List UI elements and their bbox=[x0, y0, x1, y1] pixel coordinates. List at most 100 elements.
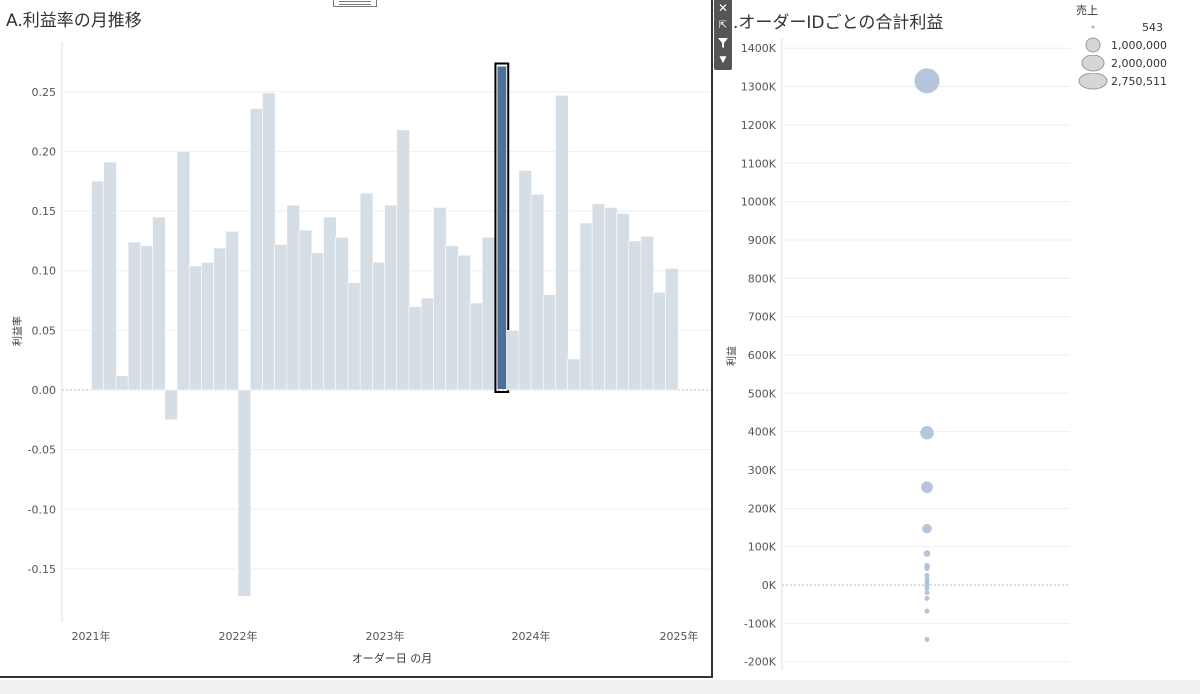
legend-bubble-icon bbox=[1091, 25, 1095, 29]
y-tick-label: 0.20 bbox=[32, 145, 57, 158]
y-tick-label: 500K bbox=[748, 387, 777, 400]
scatter-point[interactable] bbox=[921, 481, 933, 494]
bar[interactable] bbox=[115, 375, 130, 391]
size-legend: 売上 543 1,000,000 2,000,000 2,750,511 bbox=[1076, 2, 1196, 92]
legend-item[interactable]: 543 bbox=[1076, 19, 1196, 37]
legend-item[interactable]: 2,750,511 bbox=[1076, 73, 1196, 91]
sheet-a-panel[interactable]: A.利益率の月推移 0.25 0.20 0.15 0.10 0.05 0.00 -0.05-… bbox=[0, 0, 713, 678]
bar[interactable] bbox=[481, 236, 496, 391]
bar[interactable] bbox=[91, 180, 105, 391]
bar[interactable] bbox=[665, 268, 679, 391]
bar[interactable] bbox=[201, 262, 215, 391]
y-tick-label: 0.15 bbox=[32, 205, 57, 218]
y-tick-label: -200K bbox=[744, 656, 777, 669]
bar[interactable] bbox=[506, 330, 520, 391]
bar[interactable] bbox=[103, 161, 117, 391]
bar[interactable] bbox=[213, 247, 227, 391]
y-tick-label: 800K bbox=[748, 272, 777, 285]
bar[interactable] bbox=[640, 235, 655, 391]
legend-label: 1,000,000 bbox=[1111, 39, 1167, 52]
scatter-point[interactable] bbox=[923, 550, 931, 557]
bar[interactable] bbox=[530, 194, 545, 391]
y-axis-label: 利益 bbox=[725, 346, 738, 366]
y-tick-label: 1400K bbox=[741, 42, 777, 55]
scatter-point[interactable] bbox=[924, 608, 930, 614]
scatter-point[interactable] bbox=[924, 636, 930, 642]
y-tick-label: 1300K bbox=[741, 81, 777, 94]
scatter-point[interactable] bbox=[924, 585, 930, 591]
legend-bubble-icon bbox=[1081, 55, 1105, 72]
y-tick-label: 600K bbox=[748, 349, 777, 362]
bar[interactable] bbox=[384, 204, 398, 391]
order-profit-scatter-chart[interactable]: 1400K 1300K 1200K 1100K 1000K 900K 800K 700K 600… bbox=[716, 0, 1076, 694]
bar[interactable] bbox=[457, 254, 471, 391]
bar[interactable] bbox=[188, 265, 203, 391]
y-tick-label: 0.05 bbox=[32, 324, 57, 337]
bar[interactable] bbox=[127, 241, 142, 391]
bar[interactable] bbox=[359, 192, 374, 391]
x-tick-label: 2022年 bbox=[219, 629, 258, 643]
y-tick-label: 200K bbox=[748, 502, 777, 515]
bar[interactable] bbox=[140, 245, 154, 391]
bar[interactable] bbox=[286, 204, 300, 391]
bar[interactable] bbox=[323, 216, 337, 391]
bar[interactable] bbox=[164, 389, 178, 421]
y-tick-label: -100K bbox=[744, 617, 777, 630]
bar[interactable] bbox=[274, 244, 288, 391]
legend-item[interactable]: 2,000,000 bbox=[1076, 55, 1196, 73]
bar[interactable] bbox=[567, 358, 581, 391]
y-tick-label: 0.25 bbox=[32, 86, 57, 99]
bar[interactable] bbox=[628, 240, 642, 391]
bar[interactable] bbox=[579, 222, 594, 391]
monthly-profit-rate-bar-chart[interactable]: 0.25 0.20 0.15 0.10 0.05 0.00 -0.05 -0.10 -0.15 利… bbox=[0, 0, 711, 676]
bar[interactable] bbox=[591, 203, 606, 391]
bar[interactable] bbox=[237, 389, 252, 597]
bar[interactable] bbox=[225, 231, 239, 391]
bar[interactable] bbox=[408, 306, 423, 391]
x-axis-label: オーダー日 の月 bbox=[352, 651, 433, 665]
bar[interactable] bbox=[249, 108, 264, 391]
y-tick-label: 0K bbox=[762, 579, 777, 592]
legend-item[interactable]: 1,000,000 bbox=[1076, 37, 1196, 55]
y-tick-label: 1100K bbox=[741, 157, 777, 170]
bar[interactable] bbox=[555, 95, 569, 391]
y-tick-label: 400K bbox=[748, 426, 777, 439]
scatter-point[interactable] bbox=[922, 523, 932, 534]
y-tick-label: 700K bbox=[748, 311, 777, 324]
bar[interactable] bbox=[372, 262, 386, 391]
bar[interactable] bbox=[310, 252, 325, 391]
bar[interactable] bbox=[298, 229, 313, 391]
y-tick-label: 0.00 bbox=[32, 384, 57, 397]
bar[interactable] bbox=[604, 207, 618, 391]
scatter-point[interactable] bbox=[914, 68, 940, 94]
y-tick-label: -0.15 bbox=[28, 563, 56, 576]
x-tick-label: 2021年 bbox=[72, 629, 111, 643]
bar[interactable] bbox=[469, 302, 484, 391]
x-tick-label: 2024年 bbox=[512, 629, 551, 643]
scatter-point[interactable] bbox=[924, 565, 930, 572]
bar[interactable] bbox=[433, 207, 447, 391]
scatter-point[interactable] bbox=[924, 590, 930, 596]
y-tick-label: -0.10 bbox=[28, 503, 56, 516]
legend-label: 2,000,000 bbox=[1111, 57, 1167, 70]
y-axis-label: 利益率 bbox=[11, 316, 24, 346]
bar-selected[interactable] bbox=[497, 66, 507, 389]
scatter-point[interactable] bbox=[924, 595, 930, 601]
bar[interactable] bbox=[335, 236, 349, 391]
bar[interactable] bbox=[152, 216, 166, 391]
bar[interactable] bbox=[616, 213, 630, 391]
y-tick-label: 1200K bbox=[741, 119, 777, 132]
x-tick-label: 2023年 bbox=[366, 629, 405, 643]
bar[interactable] bbox=[347, 282, 362, 391]
bar[interactable] bbox=[652, 291, 667, 391]
bar[interactable] bbox=[176, 151, 191, 391]
bar[interactable] bbox=[396, 129, 410, 391]
x-tick-label: 2025年 bbox=[660, 629, 699, 643]
bar[interactable] bbox=[445, 245, 459, 391]
scatter-point[interactable] bbox=[920, 426, 934, 440]
bar[interactable] bbox=[420, 297, 435, 391]
bar[interactable] bbox=[262, 92, 276, 391]
bar[interactable] bbox=[542, 294, 557, 391]
bar[interactable] bbox=[518, 170, 532, 391]
y-tick-label: 300K bbox=[748, 464, 777, 477]
